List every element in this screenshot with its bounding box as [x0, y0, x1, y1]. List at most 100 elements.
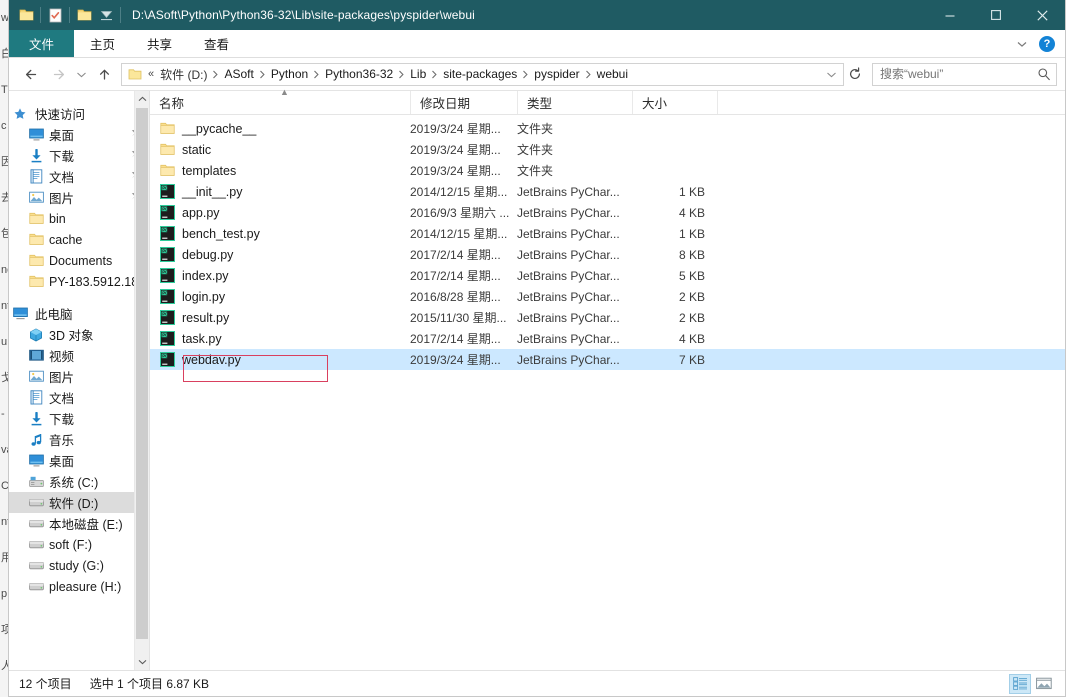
sidebar-item-下载[interactable]: 下载: [9, 408, 149, 429]
properties-icon[interactable]: [44, 0, 66, 30]
folder-icon: [126, 68, 144, 81]
tab-share[interactable]: 共享: [131, 30, 188, 57]
sidebar-item-studyg[interactable]: study (G:): [9, 555, 149, 576]
breadcrumb-separator-icon[interactable]: [521, 70, 530, 79]
column-name[interactable]: ▲ 名称: [150, 87, 410, 114]
sidebar-item-py-183.5912.18[interactable]: PY-183.5912.18: [9, 271, 149, 292]
address-dropdown-icon[interactable]: [821, 68, 841, 81]
3d-objects-icon: [25, 328, 47, 342]
sidebar-item-文档[interactable]: 文档: [9, 166, 149, 187]
sidebar-item-快速访问[interactable]: 快速访问: [9, 103, 149, 124]
file-name-label: templates: [182, 163, 237, 178]
sidebar-item-cache[interactable]: cache: [9, 229, 149, 250]
table-row[interactable]: PC task.py 2017/2/14 星期... JetBrains PyChar…: [150, 328, 1065, 349]
sidebar-item-本地磁盘e[interactable]: 本地磁盘 (E:): [9, 513, 149, 534]
breadcrumb-separator-icon[interactable]: [430, 70, 439, 79]
scrollbar-thumb[interactable]: [136, 108, 148, 639]
sidebar-item-音乐[interactable]: 音乐: [9, 429, 149, 450]
column-header-row: ▲ 名称 修改日期 类型 大小: [150, 87, 1065, 115]
breadcrumb-item[interactable]: Python: [267, 67, 312, 81]
sidebar-item-label: 本地磁盘 (E:): [49, 518, 123, 532]
desktop-icon: [25, 454, 47, 467]
table-row[interactable]: PC __init__.py 2014/12/15 星期... JetBrains P…: [150, 181, 1065, 202]
maximize-button[interactable]: [973, 0, 1019, 30]
breadcrumb-item[interactable]: Lib: [406, 67, 430, 81]
sidebar-item-此电脑[interactable]: 此电脑: [9, 303, 149, 324]
chevron-down-icon[interactable]: [135, 654, 149, 670]
breadcrumb-item[interactable]: webui: [593, 67, 632, 81]
breadcrumb-item[interactable]: Python36-32: [321, 67, 397, 81]
sidebar-item-下载[interactable]: 下载: [9, 145, 149, 166]
table-row[interactable]: templates 2019/3/24 星期... 文件夹: [150, 160, 1065, 181]
search-input[interactable]: [880, 67, 1036, 81]
sidebar-item-视频[interactable]: 视频: [9, 345, 149, 366]
cell-date-modified: 2016/9/3 星期六 ...: [410, 206, 510, 220]
up-button[interactable]: [91, 61, 117, 87]
navigation-scrollbar[interactable]: [134, 91, 149, 670]
breadcrumb-separator-icon[interactable]: [258, 70, 267, 79]
column-date-modified[interactable]: 修改日期: [410, 91, 517, 114]
table-row[interactable]: PC webdav.py 2019/3/24 星期... JetBrains PyCh…: [150, 349, 1065, 370]
table-row[interactable]: PC login.py 2016/8/28 星期... JetBrains PyCha…: [150, 286, 1065, 307]
sidebar-item-软件d[interactable]: 软件 (D:): [9, 492, 149, 513]
cell-date-modified: 2016/8/28 星期...: [410, 290, 501, 304]
sidebar-item-label: pleasure (H:): [49, 579, 122, 594]
sidebar-item-桌面[interactable]: 桌面: [9, 450, 149, 471]
details-view-icon[interactable]: [1009, 673, 1031, 694]
table-row[interactable]: PC debug.py 2017/2/14 星期... JetBrains PyCha…: [150, 244, 1065, 265]
sidebar-item-桌面[interactable]: 桌面: [9, 124, 149, 145]
breadcrumb-separator-icon[interactable]: [397, 70, 406, 79]
back-button[interactable]: [19, 61, 45, 87]
column-size[interactable]: 大小: [632, 91, 717, 114]
table-row[interactable]: PC app.py 2016/9/3 星期六 ... JetBrains PyChar…: [150, 202, 1065, 223]
chevron-down-icon[interactable]: [1015, 37, 1029, 51]
chevron-up-icon[interactable]: [135, 91, 149, 107]
sidebar-item-图片[interactable]: 图片: [9, 187, 149, 208]
help-icon[interactable]: ?: [1039, 36, 1055, 52]
table-row[interactable]: PC bench_test.py 2014/12/15 星期... JetBrains…: [150, 223, 1065, 244]
close-button[interactable]: [1019, 0, 1065, 30]
recent-locations-button[interactable]: [71, 61, 91, 87]
cell-name: PC app.py: [150, 205, 410, 221]
column-type[interactable]: 类型: [517, 91, 632, 114]
breadcrumb-separator-icon[interactable]: [312, 70, 321, 79]
minimize-button[interactable]: [927, 0, 973, 30]
svg-text:PC: PC: [162, 270, 169, 275]
file-name-label: task.py: [182, 331, 222, 346]
breadcrumb-item[interactable]: site-packages: [439, 67, 521, 81]
sidebar-item-documents[interactable]: Documents: [9, 250, 149, 271]
table-row[interactable]: PC index.py 2017/2/14 星期... JetBrains PyCha…: [150, 265, 1065, 286]
breadcrumb-separator-icon[interactable]: [584, 70, 593, 79]
new-folder-icon[interactable]: [73, 0, 95, 30]
refresh-button[interactable]: [844, 67, 866, 81]
sidebar-item-文档[interactable]: 文档: [9, 387, 149, 408]
search-icon[interactable]: [1036, 67, 1052, 81]
table-row[interactable]: PC result.py 2015/11/30 星期... JetBrains PyC…: [150, 307, 1065, 328]
sidebar-item-bin[interactable]: bin: [9, 208, 149, 229]
breadcrumb-separator-icon[interactable]: [211, 70, 220, 79]
breadcrumb-item[interactable]: ASoft: [220, 67, 257, 81]
address-bar[interactable]: «软件 (D:) ASoft Python Python36-32 Lib site-pa…: [121, 62, 844, 86]
cell-name: PC bench_test.py: [150, 226, 410, 242]
quick-access-toolbar: [9, 0, 124, 30]
breadcrumb-item[interactable]: 软件 (D:): [158, 66, 211, 83]
drive-icon: [25, 560, 47, 571]
search-box[interactable]: [872, 62, 1057, 86]
sidebar-item-图片[interactable]: 图片: [9, 366, 149, 387]
tab-view[interactable]: 查看: [188, 30, 245, 57]
sidebar-item-3d对象[interactable]: 3D 对象: [9, 324, 149, 345]
pycharm-file-icon: PC: [159, 268, 175, 284]
tab-home[interactable]: 主页: [74, 30, 131, 57]
breadcrumb-item[interactable]: pyspider: [530, 67, 583, 81]
sidebar-item-softf[interactable]: soft (F:): [9, 534, 149, 555]
customize-qat-icon[interactable]: [95, 0, 117, 30]
sidebar-item-label: 下载: [49, 413, 75, 427]
folder-icon[interactable]: [15, 0, 37, 30]
sidebar-item-系统c[interactable]: 系统 (C:): [9, 471, 149, 492]
large-icons-view-icon[interactable]: [1033, 674, 1055, 694]
tab-file[interactable]: 文件: [9, 30, 75, 57]
table-row[interactable]: __pycache__ 2019/3/24 星期... 文件夹: [150, 118, 1065, 139]
sidebar-item-pleasureh[interactable]: pleasure (H:): [9, 576, 149, 597]
breadcrumb-overflow[interactable]: «: [144, 68, 158, 80]
table-row[interactable]: static 2019/3/24 星期... 文件夹: [150, 139, 1065, 160]
